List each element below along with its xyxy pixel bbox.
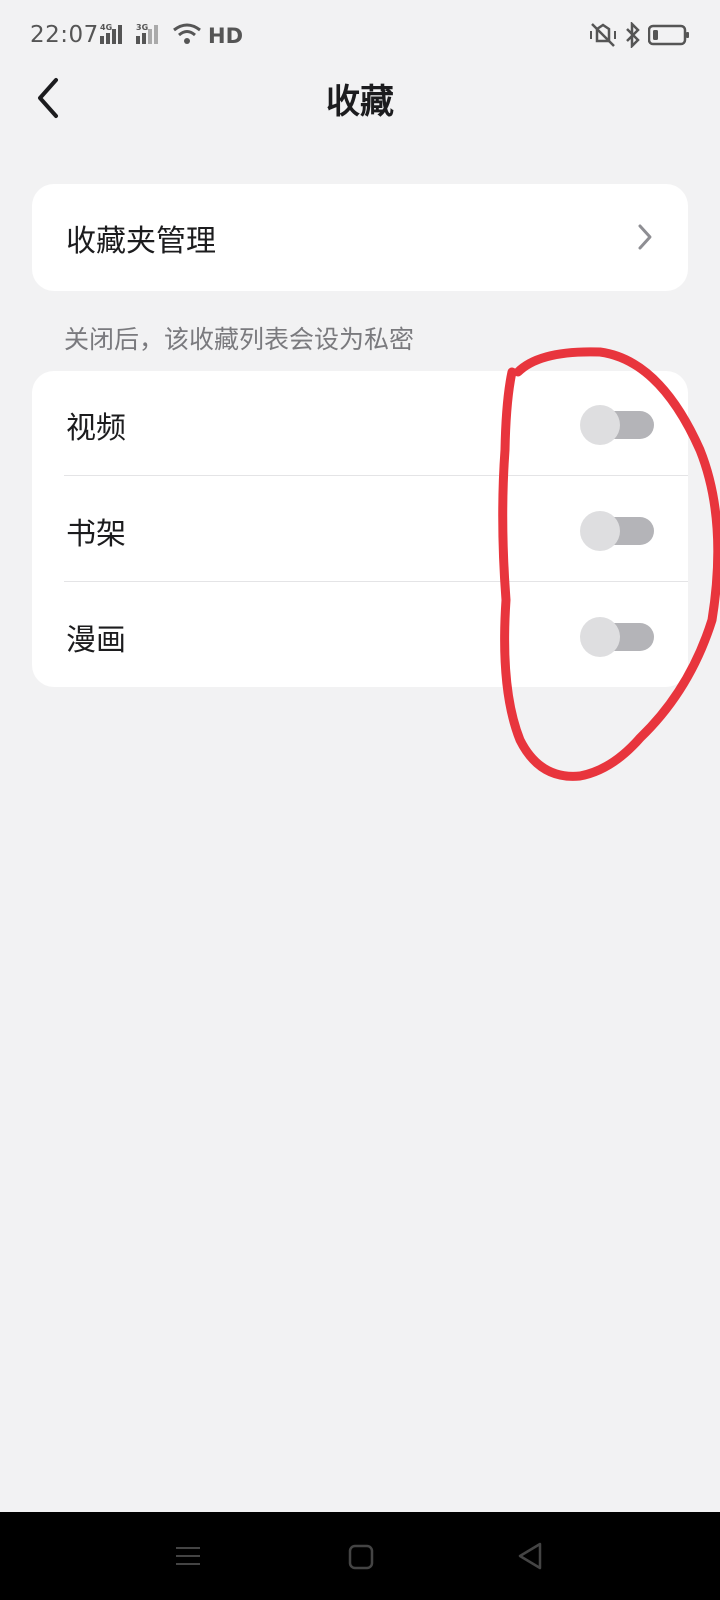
- video-toggle-switch[interactable]: [580, 405, 654, 445]
- privacy-hint: 关闭后，该收藏列表会设为私密: [64, 325, 415, 354]
- toggle-row-comics: 漫画: [32, 583, 688, 688]
- signal-4g-icon: 4G: [100, 22, 130, 50]
- system-nav-bar: [0, 1512, 720, 1600]
- divider: [64, 581, 688, 582]
- bluetooth-icon: [624, 20, 642, 52]
- mute-vibrate-icon: [588, 22, 618, 52]
- comics-toggle-switch[interactable]: [580, 617, 654, 657]
- status-time: 22:07: [30, 22, 99, 48]
- toggle-row-bookshelf: 书架: [32, 477, 688, 582]
- status-bar: 22:07 4G 3G HD: [0, 0, 720, 72]
- chevron-right-icon: [636, 222, 654, 256]
- toggle-label: 视频: [66, 411, 126, 446]
- page-title: 收藏: [326, 82, 394, 122]
- manage-card: 收藏夹管理: [32, 184, 688, 291]
- home-icon[interactable]: [344, 1540, 376, 1572]
- switch-knob: [580, 511, 620, 551]
- svg-text:4G: 4G: [100, 23, 112, 32]
- folder-management-row[interactable]: 收藏夹管理: [32, 184, 688, 291]
- privacy-toggles-card: 视频 书架 漫画: [32, 371, 688, 687]
- folder-management-label: 收藏夹管理: [66, 224, 216, 259]
- signal-3g-icon: 3G: [136, 22, 166, 50]
- svg-text:3G: 3G: [136, 23, 148, 32]
- toggle-label: 书架: [66, 517, 126, 552]
- toggle-label: 漫画: [66, 623, 126, 658]
- battery-icon: [647, 22, 690, 52]
- bookshelf-toggle-switch[interactable]: [580, 511, 654, 551]
- divider: [64, 475, 688, 476]
- switch-knob: [580, 617, 620, 657]
- hd-label: HD: [208, 24, 244, 48]
- favorites-settings-screen: 22:07 4G 3G HD 收藏 收藏夹管理 关闭后，该收藏列表会设为私密 视…: [0, 0, 720, 1600]
- back-icon[interactable]: [514, 1540, 546, 1572]
- wifi-icon: [172, 22, 202, 50]
- switch-knob: [580, 405, 620, 445]
- menu-icon[interactable]: [172, 1540, 204, 1572]
- toggle-row-video: 视频: [32, 371, 688, 476]
